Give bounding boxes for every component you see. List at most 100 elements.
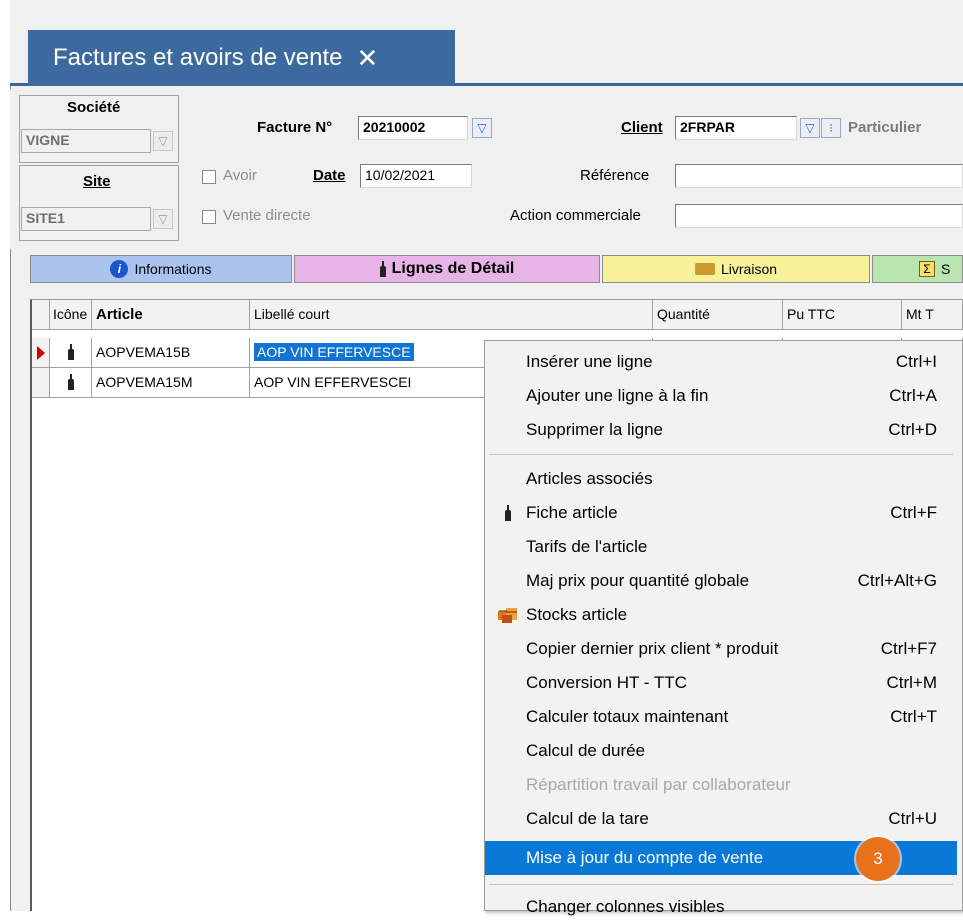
libelle-cell-text: AOP VIN EFFERVESCE: [254, 343, 414, 361]
menu-item-supprimer-ligne[interactable]: Supprimer la ligne Ctrl+D: [485, 413, 957, 447]
menu-item-changer-colonnes[interactable]: Changer colonnes visibles: [485, 890, 957, 924]
menu-item-shortcut: Ctrl+D: [888, 420, 937, 439]
menu-item-label: Supprimer la ligne: [526, 420, 664, 439]
row-indicator: [32, 338, 50, 368]
menu-item-stocks-article[interactable]: Stocks article: [485, 598, 957, 632]
client-dropdown-icon[interactable]: ▽: [800, 118, 820, 138]
site-field[interactable]: SITE1: [21, 207, 151, 231]
menu-item-repartition-travail: Répartition travail par collaborateur: [485, 768, 957, 802]
invoice-header-form: Société VIGNE ▽ Site SITE1 ▽ Facture N° …: [10, 89, 963, 249]
menu-item-label: Maj prix pour quantité globale: [526, 571, 750, 590]
bottle-icon: [67, 344, 74, 360]
menu-item-label: Articles associés: [526, 469, 653, 488]
societe-dropdown-icon[interactable]: ▽: [153, 131, 173, 151]
menu-item-copier-dernier-prix[interactable]: Copier dernier prix client * produit Ctr…: [485, 632, 957, 666]
site-dropdown-icon[interactable]: ▽: [153, 209, 173, 229]
avoir-checkbox[interactable]: [202, 170, 216, 184]
menu-item-conversion-ht-ttc[interactable]: Conversion HT - TTC Ctrl+M: [485, 666, 957, 700]
menu-item-label: Calcul de durée: [526, 741, 646, 760]
bottle-icon: [497, 502, 519, 524]
row-icon-cell: [50, 338, 92, 368]
menu-item-label: Changer colonnes visibles: [526, 897, 725, 916]
bottle-icon: [379, 261, 386, 277]
tab-title: Factures et avoirs de vente: [53, 44, 343, 71]
date-label: Date: [313, 167, 346, 184]
tab-factures-avoirs[interactable]: Factures et avoirs de vente ✕: [28, 30, 455, 86]
document-tab-strip: Factures et avoirs de vente ✕: [10, 0, 963, 86]
boxes-icon: [497, 604, 519, 626]
sigma-icon: Σ: [919, 261, 935, 277]
menu-item-calcul-tare[interactable]: Calcul de la tare Ctrl+U: [485, 802, 957, 836]
reference-field[interactable]: [675, 164, 963, 188]
menu-item-label: Mise à jour du compte de vente: [526, 848, 764, 867]
tab-lignes-label: Lignes de Détail: [391, 260, 515, 277]
menu-separator: [489, 884, 953, 885]
row-icon-cell: [50, 368, 92, 398]
article-cell[interactable]: AOPVEMA15B: [92, 338, 250, 368]
menu-item-shortcut: Ctrl+M: [886, 673, 937, 692]
bottle-icon: [67, 374, 74, 390]
site-label: Site: [83, 173, 111, 190]
menu-item-tarifs-article[interactable]: Tarifs de l'article: [485, 530, 957, 564]
section-tabs: i Informations Lignes de Détail Livraiso…: [30, 255, 963, 283]
info-icon: i: [110, 260, 129, 278]
facture-dropdown-icon[interactable]: ▽: [472, 118, 492, 138]
menu-item-label: Copier dernier prix client * produit: [526, 639, 779, 658]
col-header-pu-ttc[interactable]: Pu TTC: [783, 300, 902, 330]
action-commerciale-field[interactable]: [675, 204, 963, 228]
step-badge: 3: [856, 837, 900, 881]
col-header-libelle[interactable]: Libellé court: [250, 300, 653, 330]
menu-item-label: Calculer totaux maintenant: [526, 707, 729, 726]
row-indicator: [32, 368, 50, 398]
menu-separator: [489, 454, 953, 455]
tab-lignes-de-detail[interactable]: Lignes de Détail: [294, 255, 600, 283]
menu-item-articles-associes[interactable]: Articles associés: [485, 462, 957, 496]
menu-item-ajouter-ligne-fin[interactable]: Ajouter une ligne à la fin Ctrl+A: [485, 379, 957, 413]
article-cell[interactable]: AOPVEMA15M: [92, 368, 250, 398]
menu-item-shortcut: Ctrl+Alt+G: [857, 571, 937, 590]
grid-corner: [32, 300, 50, 330]
menu-item-shortcut: Ctrl+A: [889, 386, 937, 405]
societe-label: Société: [67, 99, 121, 116]
tab-s[interactable]: Σ S: [872, 255, 963, 283]
action-commerciale-label: Action commerciale: [510, 207, 641, 224]
vente-directe-checkbox[interactable]: [202, 210, 216, 224]
tab-livraison-label: Livraison: [720, 261, 778, 277]
avoir-label: Avoir: [223, 167, 257, 184]
menu-item-label: Insérer une ligne: [526, 352, 653, 371]
tab-informations[interactable]: i Informations: [30, 255, 292, 283]
menu-item-label: Fiche article: [526, 503, 618, 522]
reference-label: Référence: [580, 167, 650, 184]
menu-item-shortcut: Ctrl+F: [890, 503, 937, 522]
context-menu: Insérer une ligne Ctrl+I Ajouter une lig…: [484, 340, 963, 916]
menu-item-label: Tarifs de l'article: [526, 537, 648, 556]
menu-item-shortcut: Ctrl+T: [890, 707, 937, 726]
tab-s-label: S: [941, 261, 951, 277]
vente-directe-label: Vente directe: [223, 207, 311, 224]
client-field[interactable]: 2FRPAR: [675, 116, 797, 140]
menu-item-inserer-ligne[interactable]: Insérer une ligne Ctrl+I: [485, 345, 957, 379]
menu-item-label: Stocks article: [526, 605, 628, 624]
menu-item-label: Calcul de la tare: [526, 809, 649, 828]
menu-item-calcul-duree[interactable]: Calcul de durée: [485, 734, 957, 768]
client-card-icon[interactable]: ⁝: [821, 118, 841, 138]
menu-item-fiche-article[interactable]: Fiche article Ctrl+F: [485, 496, 957, 530]
current-row-arrow-icon: [36, 345, 45, 360]
col-header-icone[interactable]: Icône: [50, 300, 92, 330]
date-field[interactable]: 10/02/2021: [360, 164, 472, 188]
menu-item-shortcut: Ctrl+F7: [880, 639, 937, 658]
tab-informations-label: Informations: [134, 261, 212, 277]
col-header-article[interactable]: Article: [92, 300, 250, 330]
col-header-mt[interactable]: Mt T: [902, 300, 963, 330]
menu-item-maj-prix-quantite-globale[interactable]: Maj prix pour quantité globale Ctrl+Alt+…: [485, 564, 957, 598]
facture-number-field[interactable]: 20210002: [358, 116, 468, 140]
tab-livraison[interactable]: Livraison: [602, 255, 870, 283]
societe-field[interactable]: VIGNE: [21, 129, 151, 153]
menu-item-label: Répartition travail par collaborateur: [526, 775, 791, 794]
menu-item-label: Conversion HT - TTC: [526, 673, 687, 692]
menu-item-calculer-totaux[interactable]: Calculer totaux maintenant Ctrl+T: [485, 700, 957, 734]
col-header-quantite[interactable]: Quantité: [653, 300, 783, 330]
menu-item-shortcut: Ctrl+U: [888, 809, 937, 828]
grid-header: Icône Article Libellé court Quantité Pu …: [32, 300, 963, 330]
close-icon[interactable]: ✕: [356, 43, 378, 74]
